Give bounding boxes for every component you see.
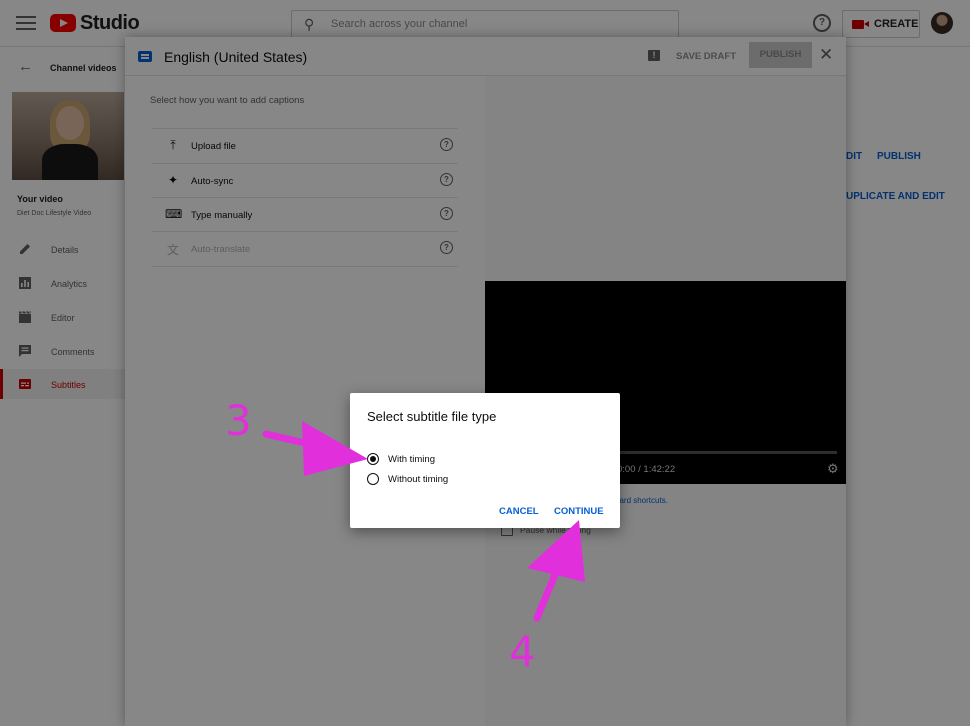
step-3-label: 3: [225, 396, 252, 445]
subtitle-file-type-dialog: Select subtitle file type With timing Wi…: [350, 393, 620, 528]
with-timing-option[interactable]: With timing: [367, 452, 567, 468]
cancel-button[interactable]: CANCEL: [499, 506, 539, 517]
modal-scrim: [0, 0, 970, 726]
continue-button[interactable]: CONTINUE: [554, 506, 604, 517]
without-timing-option[interactable]: Without timing: [367, 472, 567, 488]
step-4-label: 4: [509, 627, 536, 676]
radio-label: With timing: [388, 454, 435, 465]
radio-selected[interactable]: [367, 453, 379, 465]
radio-label: Without timing: [388, 474, 449, 485]
radio-unselected[interactable]: [367, 473, 379, 485]
dialog-title: Select subtitle file type: [367, 409, 497, 424]
